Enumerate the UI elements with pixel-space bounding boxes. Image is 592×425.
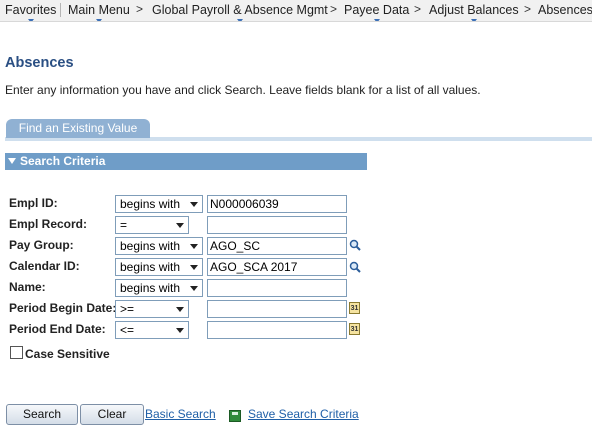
name-input[interactable] (207, 279, 347, 297)
breadcrumb-separator: > (414, 2, 422, 16)
period-end-calendar-icon[interactable]: 31 (349, 323, 360, 335)
breadcrumb-separator: > (136, 2, 144, 16)
empl-id-value: N000006039 (210, 197, 279, 211)
breadcrumb-separator: > (330, 2, 338, 16)
chevron-down-icon (190, 265, 198, 270)
page-title: Absences (5, 55, 74, 71)
case-sensitive-label: Case Sensitive (25, 347, 110, 361)
empl-record-operator-value: = (120, 218, 128, 232)
empl-id-label: Empl ID: (9, 196, 58, 210)
name-operator-select[interactable]: begins with (115, 279, 203, 297)
empl-id-operator-select[interactable]: begins with (115, 195, 203, 213)
basic-search-link[interactable]: Basic Search (145, 407, 216, 421)
period-begin-operator-value: >= (120, 302, 135, 316)
nav-absences[interactable]: Absences (538, 3, 592, 17)
global-payroll-dropdown-icon (236, 19, 243, 21)
nav-payee-data[interactable]: Payee Data (344, 3, 410, 21)
period-end-operator-select[interactable]: <= (115, 321, 189, 339)
calendar-id-input[interactable]: AGO_SCA 2017 (207, 258, 347, 276)
empl-id-operator-value: begins with (120, 197, 181, 211)
search-criteria-header[interactable]: Search Criteria (5, 153, 367, 170)
period-end-date-label: Period End Date: (9, 322, 106, 336)
calendar-id-lookup-icon[interactable] (349, 261, 361, 273)
collapse-triangle-icon (8, 158, 16, 164)
payee-data-dropdown-icon (373, 19, 380, 21)
search-button[interactable]: Search (6, 404, 78, 425)
nav-divider (60, 3, 61, 17)
period-end-operator-value: <= (120, 323, 135, 337)
chevron-down-icon (176, 307, 184, 312)
empl-record-label: Empl Record: (9, 217, 88, 231)
adjust-balances-dropdown-icon (470, 19, 477, 21)
pay-group-operator-select[interactable]: begins with (115, 237, 203, 255)
name-label: Name: (9, 280, 46, 294)
favorites-dropdown-icon (27, 19, 34, 21)
nav-adjust-balances[interactable]: Adjust Balances (429, 3, 519, 21)
chevron-down-icon (190, 202, 198, 207)
tab-find-existing-value[interactable]: Find an Existing Value (6, 119, 150, 138)
pay-group-value: AGO_SC (210, 239, 261, 253)
chevron-down-icon (190, 286, 198, 291)
nav-main-menu-label: Main Menu (68, 3, 130, 17)
period-begin-date-label: Period Begin Date: (9, 301, 117, 315)
period-begin-operator-select[interactable]: >= (115, 300, 189, 318)
period-begin-calendar-icon[interactable]: 31 (349, 302, 360, 314)
nav-global-payroll-label: Global Payroll & Absence Mgmt (152, 3, 328, 17)
name-operator-value: begins with (120, 281, 181, 295)
breadcrumb-separator: > (524, 2, 532, 16)
case-sensitive-checkbox[interactable] (10, 346, 23, 359)
calendar-id-label: Calendar ID: (9, 259, 80, 273)
empl-record-operator-select[interactable]: = (115, 216, 189, 234)
clear-button[interactable]: Clear (80, 404, 144, 425)
period-begin-date-input[interactable] (207, 300, 347, 318)
period-end-date-input[interactable] (207, 321, 347, 339)
nav-absences-label: Absences (538, 3, 592, 17)
pay-group-input[interactable]: AGO_SC (207, 237, 347, 255)
pay-group-label: Pay Group: (9, 238, 74, 252)
chevron-down-icon (190, 244, 198, 249)
nav-main-menu[interactable]: Main Menu (68, 3, 130, 21)
calendar-id-value: AGO_SCA 2017 (210, 260, 298, 274)
nav-global-payroll[interactable]: Global Payroll & Absence Mgmt (152, 3, 328, 21)
search-criteria-label: Search Criteria (20, 154, 106, 168)
empl-record-input[interactable] (207, 216, 347, 234)
save-search-criteria-link[interactable]: Save Search Criteria (248, 407, 359, 421)
calendar-id-operator-select[interactable]: begins with (115, 258, 203, 276)
pay-group-lookup-icon[interactable] (349, 239, 361, 251)
save-icon (229, 410, 241, 422)
empl-id-input[interactable]: N000006039 (207, 195, 347, 213)
nav-payee-data-label: Payee Data (344, 3, 410, 17)
pay-group-operator-value: begins with (120, 239, 181, 253)
nav-favorites-label: Favorites (5, 3, 57, 17)
calendar-id-operator-value: begins with (120, 260, 181, 274)
page-instructions: Enter any information you have and click… (5, 83, 481, 97)
nav-adjust-balances-label: Adjust Balances (429, 3, 519, 17)
nav-favorites[interactable]: Favorites (5, 3, 57, 21)
main-menu-dropdown-icon (95, 19, 102, 21)
chevron-down-icon (176, 223, 184, 228)
top-navigation-bar: Favorites Main Menu > Global Payroll & A… (0, 0, 592, 22)
chevron-down-icon (176, 328, 184, 333)
